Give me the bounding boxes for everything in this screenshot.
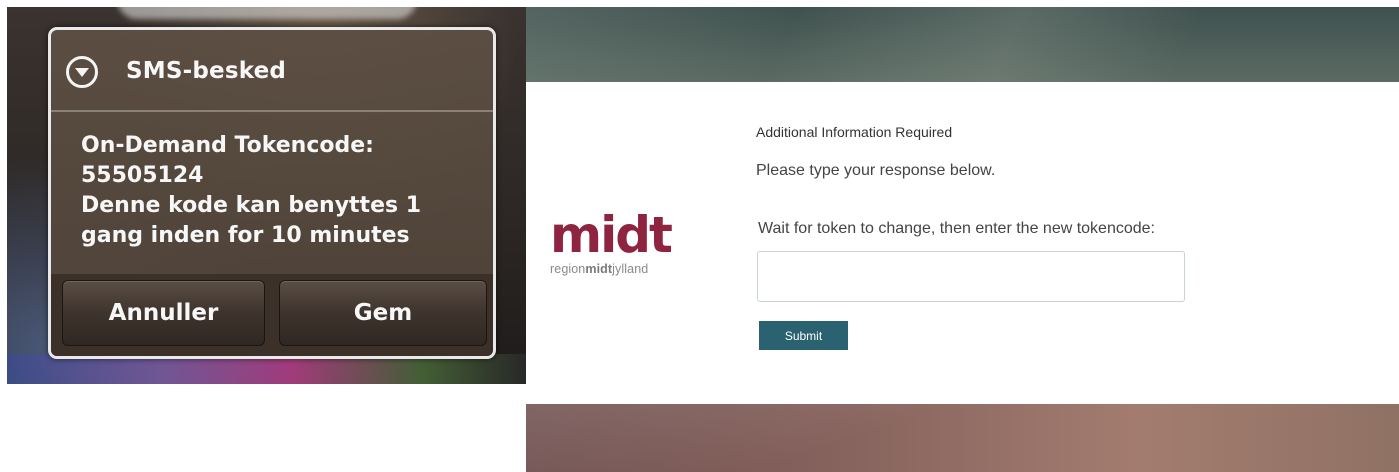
decorative-top-banner — [526, 7, 1399, 82]
cancel-button[interactable]: Annuller — [62, 280, 265, 346]
submit-button[interactable]: Submit — [759, 321, 848, 350]
chevron-down-circle-icon[interactable] — [66, 56, 98, 88]
sms-message: On-Demand Tokencode: 55505124 Denne kode… — [81, 131, 481, 251]
tokencode-field-label: Wait for token to change, then enter the… — [758, 220, 1155, 237]
tokencode-input[interactable] — [757, 251, 1185, 302]
sms-message-line: gang inden for 10 minutes — [81, 223, 410, 248]
logo-subtitle-bold: midt — [585, 262, 613, 276]
sms-tokencode: 55505124 — [81, 163, 204, 188]
logo-subtitle-prefix: region — [550, 262, 586, 276]
token-login-page: midt regionmidtjylland Additional Inform… — [526, 7, 1399, 472]
sms-message-line: Denne kode kan benyttes 1 — [81, 193, 422, 218]
phone-screen-photo: SMS-besked On-Demand Tokencode: 55505124… — [7, 7, 526, 384]
save-button[interactable]: Gem — [279, 280, 487, 346]
logo-subtitle-suffix: jylland — [612, 262, 649, 276]
sms-dialog-header: SMS-besked — [51, 30, 493, 112]
sms-message-line: On-Demand Tokencode: — [81, 133, 374, 158]
info-required-heading: Additional Information Required — [756, 124, 953, 140]
decorative-bottom-banner — [526, 404, 1399, 472]
instruction-text: Please type your response below. — [756, 162, 996, 179]
sms-dialog-title: SMS-besked — [126, 58, 287, 84]
region-midtjylland-logo: midt regionmidtjylland — [550, 210, 700, 276]
logo-subtitle: regionmidtjylland — [550, 262, 700, 276]
sms-dialog-footer: Annuller Gem — [51, 274, 493, 356]
logo-wordmark: midt — [550, 206, 673, 264]
login-panel: midt regionmidtjylland Additional Inform… — [526, 82, 1399, 404]
sms-dialog: SMS-besked On-Demand Tokencode: 55505124… — [48, 27, 496, 359]
background-clock-glyph — [117, 7, 417, 19]
